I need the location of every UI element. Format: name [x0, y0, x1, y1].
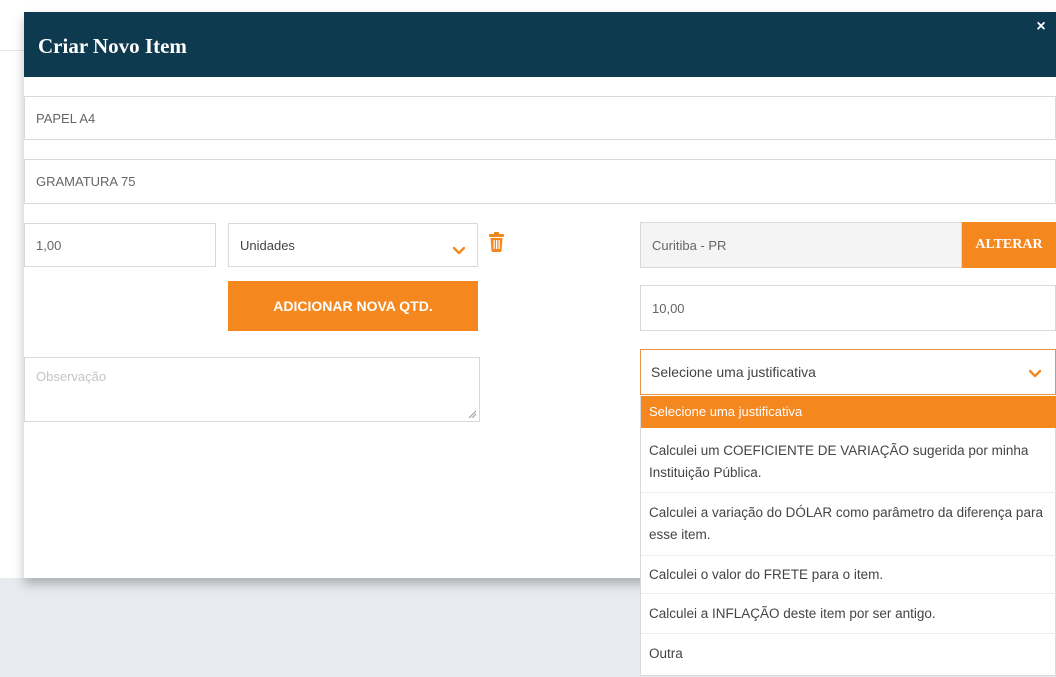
justification-select[interactable]: Selecione uma justificativa — [640, 349, 1056, 395]
close-icon[interactable]: × — [1034, 19, 1048, 35]
change-location-button[interactable]: ALTERAR — [962, 222, 1056, 268]
justification-option[interactable]: Selecione uma justificativa — [641, 396, 1056, 428]
item-description-value: GRAMATURA 75 — [36, 174, 136, 189]
justification-dropdown: Selecione uma justificativa Calculei um … — [640, 396, 1056, 676]
modal-header: Criar Novo Item × — [24, 12, 1056, 77]
observation-placeholder: Observação — [36, 369, 107, 384]
location-value: Curitiba - PR — [652, 237, 727, 253]
justification-option[interactable]: Calculei o valor do FRETE para o item. — [641, 556, 1056, 594]
justification-option[interactable]: Calculei a variação do DÓLAR como parâme… — [641, 493, 1056, 556]
item-name-value: PAPEL A4 — [36, 110, 96, 126]
quantity-value: 1,00 — [36, 237, 62, 253]
divider — [0, 50, 24, 51]
location-field: Curitiba - PR — [640, 222, 962, 268]
quantity-field[interactable]: 1,00 — [24, 223, 216, 267]
chevron-down-icon — [453, 246, 465, 255]
unit-value: Unidades — [240, 237, 295, 253]
value-field[interactable]: 10,00 — [640, 285, 1056, 331]
modal-title: Criar Novo Item — [38, 34, 187, 58]
observation-textarea[interactable]: Observação — [24, 357, 480, 422]
item-name-field[interactable]: PAPEL A4 — [24, 96, 1056, 140]
add-quantity-label: ADICIONAR NOVA QTD. — [273, 298, 433, 314]
resize-grip-icon[interactable] — [468, 410, 476, 418]
trash-icon[interactable] — [489, 232, 504, 252]
add-quantity-button[interactable]: ADICIONAR NOVA QTD. — [228, 281, 478, 331]
change-location-label: ALTERAR — [975, 237, 1043, 252]
unit-select[interactable]: Unidades — [228, 223, 478, 267]
justification-option[interactable]: Calculei um COEFICIENTE DE VARIAÇÃO suge… — [641, 431, 1056, 493]
chevron-down-icon — [1029, 369, 1041, 378]
justification-selected: Selecione uma justificativa — [651, 364, 816, 380]
item-description-field[interactable]: GRAMATURA 75 — [24, 159, 1056, 204]
justification-option[interactable]: Outra — [641, 634, 1056, 674]
justification-option[interactable]: Calculei a INFLAÇÃO deste item por ser a… — [641, 594, 1056, 634]
value-value: 10,00 — [652, 300, 685, 316]
